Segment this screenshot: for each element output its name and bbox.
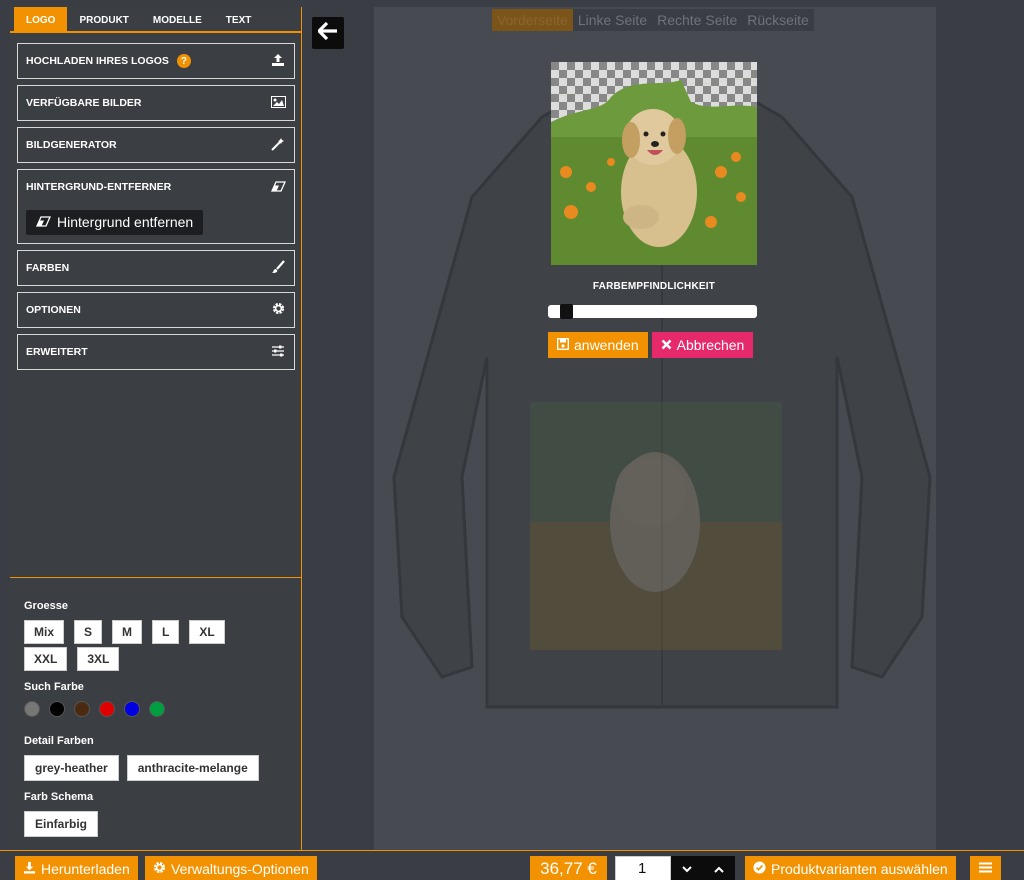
size-option[interactable]: M — [112, 620, 143, 644]
section-colors-label: FARBEN — [26, 262, 70, 274]
magic-wand-icon — [270, 137, 286, 154]
slider-handle[interactable] — [560, 304, 573, 319]
menu-button[interactable] — [970, 856, 1001, 880]
tab-modelle[interactable]: MODELLE — [141, 7, 214, 33]
color-scheme-label: Farb Schema — [24, 791, 94, 803]
print-preview-image — [530, 402, 782, 650]
size-options: Mix S M L XL XXL 3XL — [24, 620, 254, 671]
color-swatch[interactable] — [74, 701, 90, 717]
color-swatch[interactable] — [124, 701, 140, 717]
color-swatch[interactable] — [24, 701, 40, 717]
cancel-label: Abbrechen — [676, 337, 745, 353]
sidebar-tabs: LOGO PRODUKT MODELLE TEXT — [10, 7, 301, 33]
chevron-down-icon — [682, 862, 692, 876]
admin-options-button[interactable]: Verwaltungs-Optionen — [145, 856, 317, 880]
brush-icon — [270, 259, 286, 277]
eraser-icon — [35, 214, 52, 230]
eraser-icon — [270, 180, 286, 195]
quantity-input[interactable]: 1 — [615, 856, 671, 880]
background-remover-editor: FARBEMPFINDLICHKEIT anwenden Abbrechen — [548, 62, 758, 358]
section-colors[interactable]: FARBEN — [17, 250, 295, 286]
search-color-label: Such Farbe — [24, 681, 84, 693]
color-swatch[interactable] — [49, 701, 65, 717]
section-advanced[interactable]: ERWEITERT — [17, 334, 295, 370]
quantity-decrease-button[interactable] — [671, 856, 703, 880]
section-options-label: OPTIONEN — [26, 304, 81, 316]
admin-options-label: Verwaltungs-Optionen — [171, 860, 309, 877]
back-button[interactable] — [312, 17, 344, 49]
view-tabs: Vorderseite Linke Seite Rechte Seite Rüc… — [492, 9, 814, 31]
filter-panel: Groesse Mix S M L XL XXL 3XL Such Farbe … — [10, 577, 301, 847]
hamburger-icon — [979, 860, 992, 878]
view-tab-front[interactable]: Vorderseite — [492, 9, 573, 31]
chevron-up-icon — [714, 862, 724, 876]
section-upload-label: HOCHLADEN IHRES LOGOS — [26, 55, 169, 67]
size-option[interactable]: 3XL — [77, 647, 120, 671]
help-icon[interactable]: ? — [176, 54, 191, 68]
view-tab-back[interactable]: Rückseite — [742, 9, 813, 31]
size-label: Groesse — [24, 600, 69, 612]
color-scheme-option[interactable]: Einfarbig — [24, 811, 99, 837]
download-label: Herunterladen — [41, 860, 130, 877]
section-generator[interactable]: BILDGENERATOR — [17, 127, 295, 163]
download-button[interactable]: Herunterladen — [15, 856, 138, 880]
select-variants-button[interactable]: Produktvarianten auswählen — [745, 856, 956, 880]
color-scheme-options: Einfarbig — [24, 811, 301, 837]
tab-text[interactable]: TEXT — [214, 7, 264, 33]
detail-colors-label: Detail Farben — [24, 735, 94, 747]
size-option[interactable]: L — [152, 620, 180, 644]
cancel-button[interactable]: Abbrechen — [651, 332, 754, 358]
detail-color-option[interactable]: grey-heather — [24, 755, 119, 781]
select-variants-label: Produktvarianten auswählen — [771, 860, 948, 877]
size-option[interactable]: XXL — [24, 647, 68, 671]
puppy-photo — [551, 62, 757, 265]
section-bg-remover: HINTERGRUND-ENTFERNER Hintergrund entfer… — [17, 169, 295, 244]
gear-icon — [270, 302, 286, 318]
color-swatch[interactable] — [149, 701, 165, 717]
sidebar: LOGO PRODUKT MODELLE TEXT HOCHLADEN IHRE… — [10, 7, 302, 850]
price-display: 36,77 € — [530, 856, 607, 880]
image-icon — [270, 95, 286, 111]
detail-color-option[interactable]: anthracite-melange — [126, 755, 259, 781]
size-option[interactable]: S — [74, 620, 103, 644]
apply-label: anwenden — [574, 337, 639, 353]
bottom-toolbar: Herunterladen Verwaltungs-Optionen 36,77… — [0, 850, 1024, 880]
section-images-label: VERFÜGBARE BILDER — [26, 97, 142, 109]
close-icon — [661, 337, 672, 353]
editor-actions: anwenden Abbrechen — [548, 332, 758, 358]
size-option[interactable]: Mix — [24, 620, 65, 644]
sliders-icon — [270, 345, 286, 360]
save-icon — [556, 337, 570, 353]
gear-icon — [153, 861, 166, 877]
remove-background-button[interactable]: Hintergrund entfernen — [26, 210, 204, 235]
size-option[interactable]: XL — [189, 620, 225, 644]
view-tab-left[interactable]: Linke Seite — [573, 9, 652, 31]
color-swatches — [24, 701, 301, 717]
remove-background-label: Hintergrund entfernen — [57, 214, 194, 230]
section-advanced-label: ERWEITERT — [26, 346, 88, 358]
check-circle-icon — [753, 860, 766, 877]
quantity-increase-button[interactable] — [703, 856, 735, 880]
color-swatch[interactable] — [99, 701, 115, 717]
design-canvas: Vorderseite Linke Seite Rechte Seite Rüc… — [302, 7, 1008, 850]
section-options[interactable]: OPTIONEN — [17, 292, 295, 328]
tab-logo[interactable]: LOGO — [14, 7, 68, 33]
apply-button[interactable]: anwenden — [548, 332, 648, 358]
section-upload[interactable]: HOCHLADEN IHRES LOGOS ? — [17, 43, 295, 79]
view-tab-right[interactable]: Rechte Seite — [652, 9, 742, 31]
section-images[interactable]: VERFÜGBARE BILDER — [17, 85, 295, 121]
download-icon — [23, 861, 36, 877]
arrow-left-icon — [317, 20, 338, 46]
section-generator-label: BILDGENERATOR — [26, 139, 117, 151]
upload-icon — [270, 53, 286, 70]
tab-produkt[interactable]: PRODUKT — [67, 7, 140, 33]
color-sensitivity-label: FARBEMPFINDLICHKEIT — [592, 281, 716, 292]
color-sensitivity-slider[interactable] — [548, 304, 757, 319]
detail-color-options: grey-heather anthracite-melange — [24, 755, 301, 781]
section-bg-remover-label: HINTERGRUND-ENTFERNER — [26, 181, 172, 193]
